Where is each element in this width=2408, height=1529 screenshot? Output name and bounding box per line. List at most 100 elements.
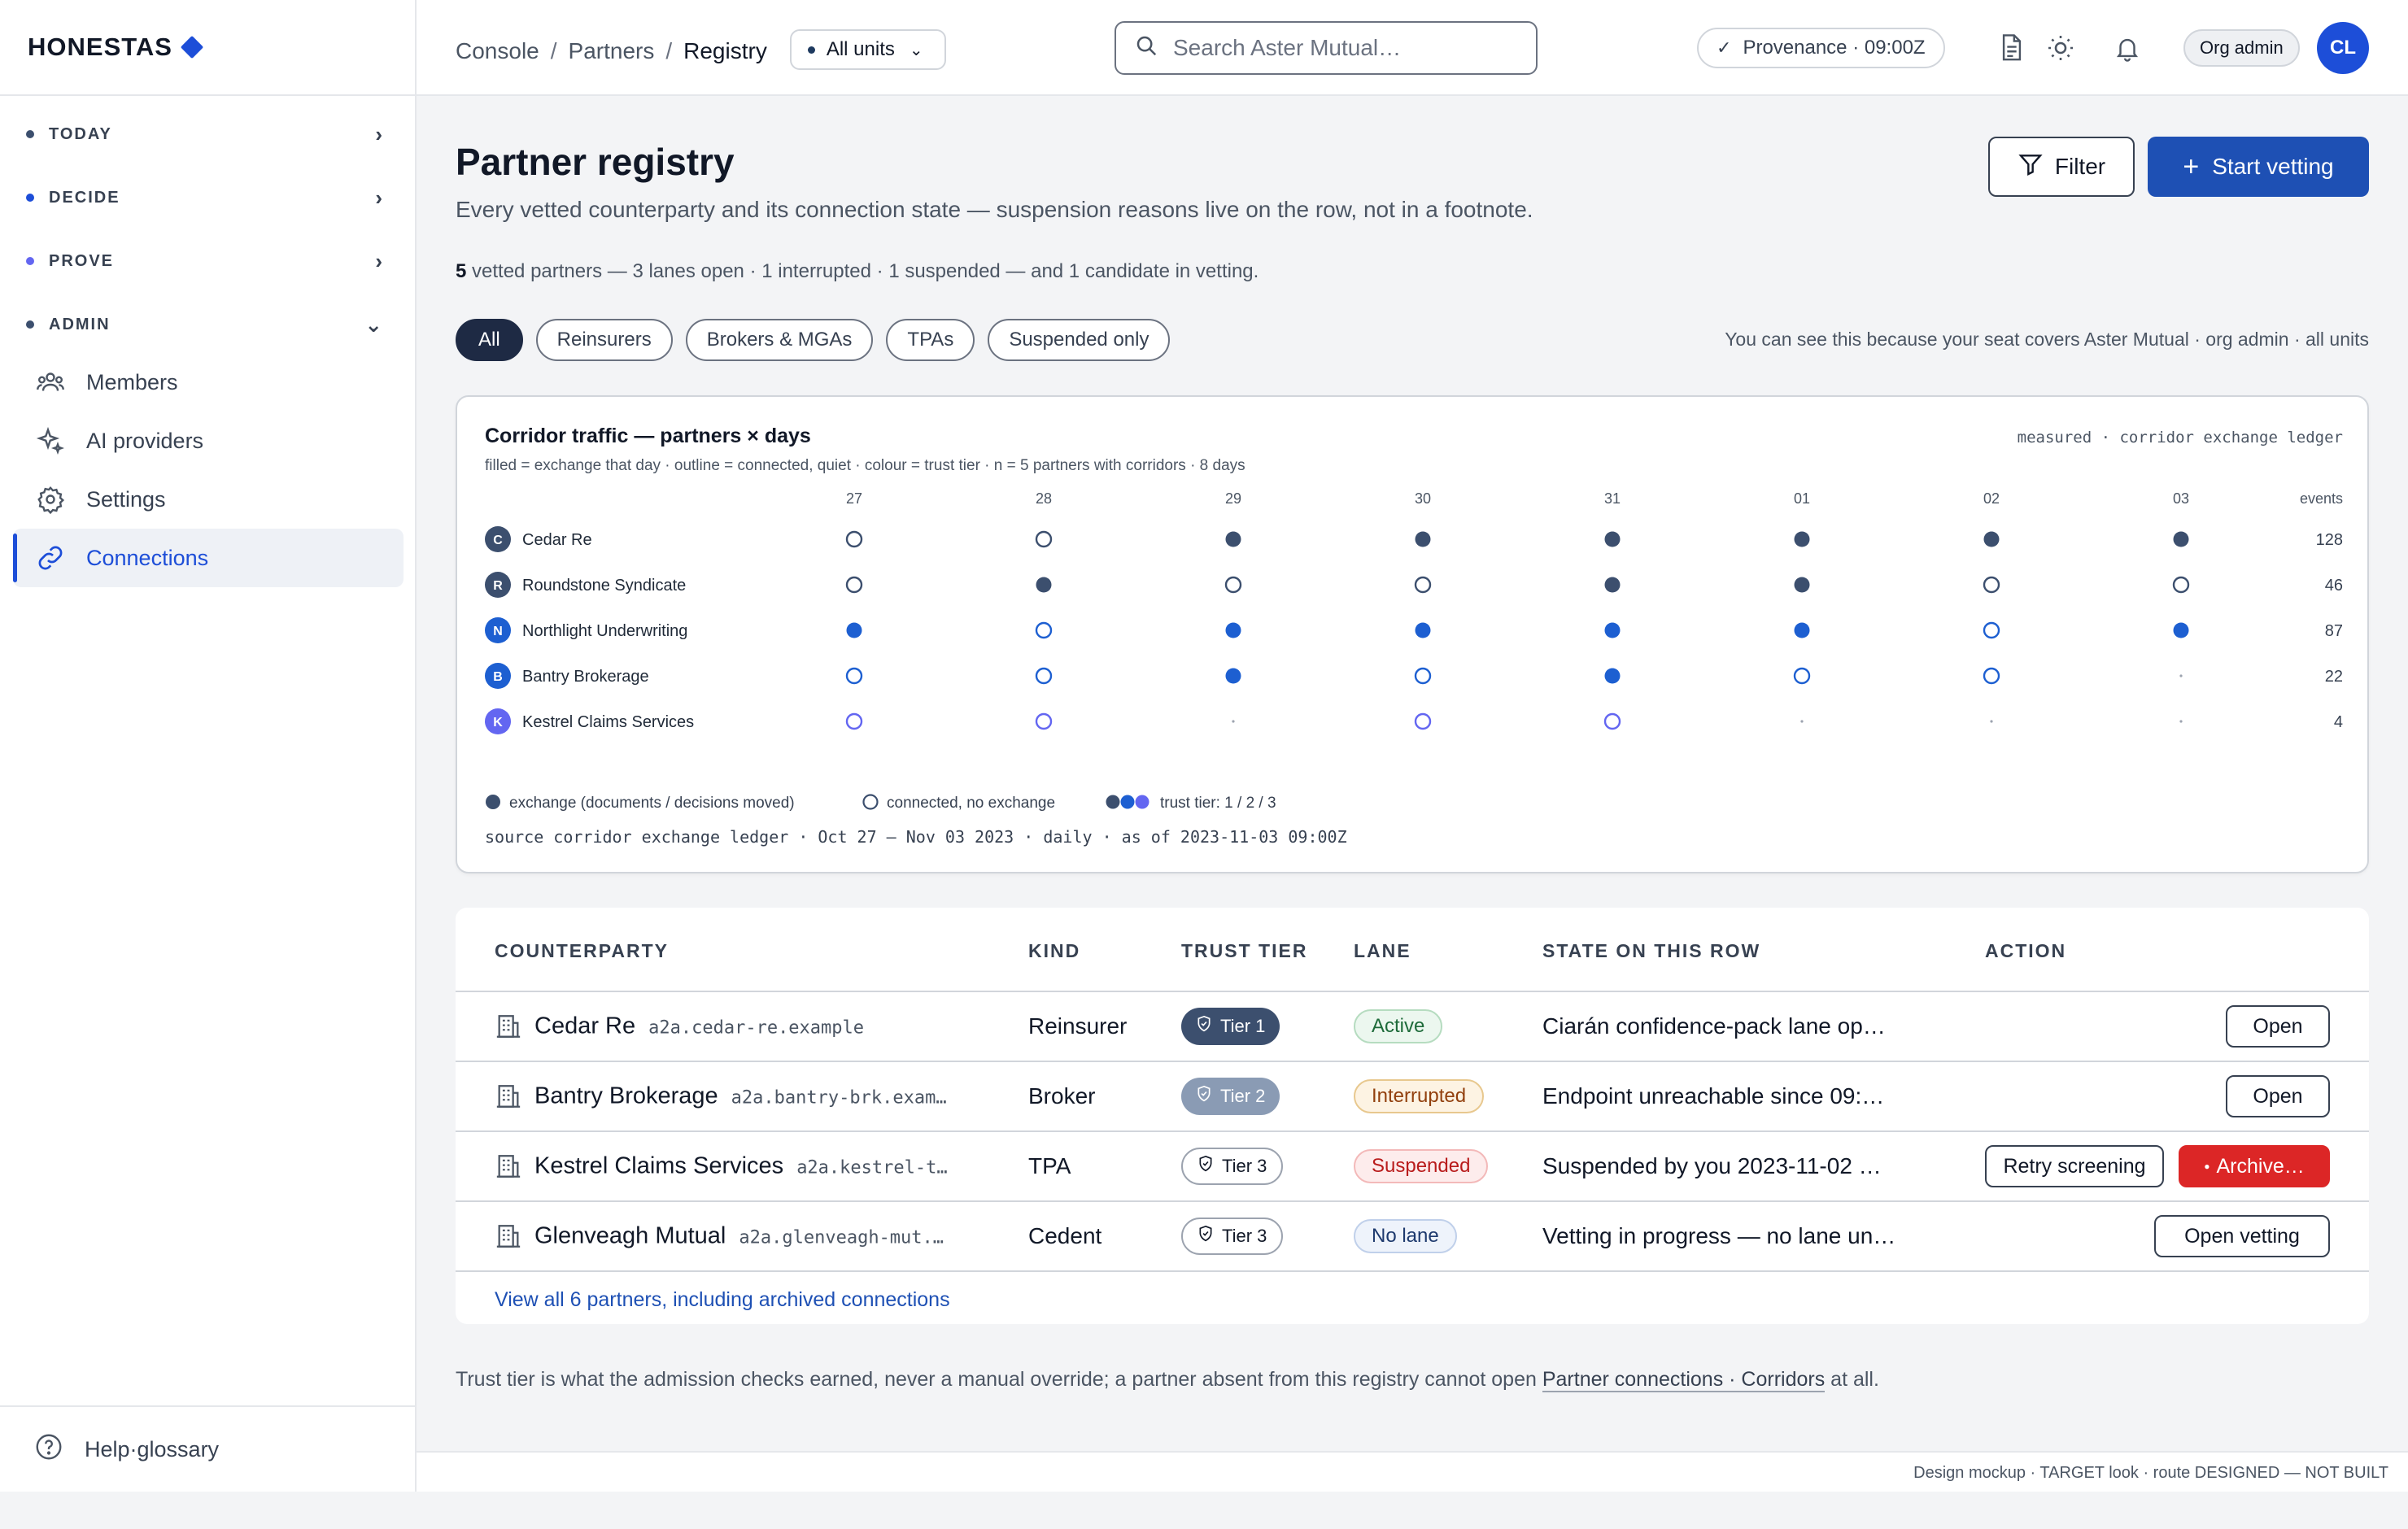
breadcrumb-console[interactable]: Console <box>456 38 539 64</box>
row-state: Endpoint unreachable since 09:… <box>1542 1083 1885 1109</box>
partner-domain: a2a.bantry-brk.exam… <box>731 1087 947 1109</box>
table-row[interactable]: Glenveagh Mutual a2a.glenveagh-mut.… Cede… <box>456 1202 2369 1272</box>
exchange-dot <box>1604 577 1621 593</box>
legend-tier3-dot <box>1135 795 1149 809</box>
partner-name: Cedar Re a2a.cedar-re.example <box>534 1013 864 1040</box>
col-trust-tier[interactable]: TRUST TIER <box>1181 940 1307 962</box>
archive-button[interactable]: ● Archive… <box>2179 1145 2330 1187</box>
summary-count: 5 <box>456 260 467 282</box>
exchange-dot <box>1794 531 1810 547</box>
filter-button[interactable]: Filter <box>1988 137 2135 197</box>
exchange-dot <box>1794 577 1810 593</box>
col-lane[interactable]: LANE <box>1354 940 1411 962</box>
summary-line: 5 vetted partners — 3 lanes open · 1 int… <box>456 260 1259 283</box>
chip-all[interactable]: All <box>456 319 523 361</box>
open-vetting-button[interactable]: Open vetting <box>2154 1215 2330 1257</box>
nav-section-prove[interactable]: PROVE › <box>0 229 415 293</box>
units-dot-icon <box>807 46 815 54</box>
partner-row-label: Bantry Brokerage <box>522 668 649 686</box>
units-selector[interactable]: All units ⌄ <box>789 29 946 70</box>
table-header: COUNTERPARTY KIND TRUST TIER LANE STATE … <box>456 908 2369 992</box>
col-kind[interactable]: KIND <box>1028 940 1080 962</box>
connected-dot <box>1035 621 1053 639</box>
document-icon[interactable] <box>1995 31 2029 65</box>
chip-reinsurers[interactable]: Reinsurers <box>535 319 673 361</box>
events-count: 46 <box>2325 577 2343 595</box>
role-badge[interactable]: Org admin <box>2183 29 2300 67</box>
day-tick-label: 01 <box>1794 490 1810 507</box>
exchange-dot <box>1604 622 1621 638</box>
nav-section-admin[interactable]: ADMIN ⌄ <box>0 293 415 356</box>
chart-subtitle: filled = exchange that day · outline = c… <box>485 457 1245 474</box>
open-button[interactable]: Open <box>2226 1075 2330 1117</box>
partner-row-label: Northlight Underwriting <box>522 622 687 640</box>
mockup-note: Design mockup · TARGET look · route DESI… <box>1913 1464 2388 1482</box>
legend-filled-label: exchange (documents / decisions moved) <box>509 795 795 812</box>
nav-section-today[interactable]: TODAY › <box>0 102 415 166</box>
footnote-text-end: at all. <box>1825 1368 1879 1391</box>
sidebar-item-members[interactable]: Members <box>13 353 404 412</box>
no-connection-dot <box>2179 720 2183 723</box>
col-state[interactable]: STATE ON THIS ROW <box>1542 940 1760 962</box>
sidebar-item-ai-providers[interactable]: AI providers <box>13 412 404 470</box>
nav-section-decide[interactable]: DECIDE › <box>0 166 415 229</box>
col-counterparty[interactable]: COUNTERPARTY <box>495 940 669 962</box>
events-column-label: events <box>2300 490 2343 507</box>
view-all-partners-link[interactable]: View all 6 partners, including archived … <box>495 1288 950 1312</box>
theme-sun-icon[interactable] <box>2044 31 2078 65</box>
connected-dot <box>845 530 863 548</box>
table-row[interactable]: Bantry Brokerage a2a.bantry-brk.exam… Bro… <box>456 1062 2369 1132</box>
trust-tier-badge: Tier 1 <box>1181 1008 1280 1045</box>
partner-name-text: Cedar Re <box>534 1013 636 1039</box>
breadcrumb-separator: / <box>550 38 557 63</box>
connected-dot <box>2172 576 2190 594</box>
col-action[interactable]: ACTION <box>1985 940 2066 962</box>
archive-label: Archive… <box>2216 1154 2305 1178</box>
table-row[interactable]: Kestrel Claims Services a2a.kestrel-t… TP… <box>456 1132 2369 1202</box>
nav-section-label: ADMIN <box>49 315 111 333</box>
search-input[interactable]: Search Aster Mutual… <box>1115 21 1538 75</box>
provenance-label: Provenance · 09:00Z <box>1743 37 1926 59</box>
chip-suspended-only[interactable]: Suspended only <box>988 319 1171 361</box>
open-button[interactable]: Open <box>2226 1005 2330 1048</box>
nav-section-label: DECIDE <box>49 188 120 207</box>
trust-tier-badge: Tier 2 <box>1181 1078 1280 1115</box>
avatar[interactable]: CL <box>2317 22 2369 74</box>
partner-domain: a2a.cedar-re.example <box>648 1017 865 1039</box>
sidebar-item-settings[interactable]: Settings <box>13 470 404 529</box>
retry-screening-button[interactable]: Retry screening <box>1985 1145 2164 1187</box>
building-icon <box>495 1082 522 1110</box>
connected-dot <box>845 576 863 594</box>
check-icon: ✓ <box>1717 37 1732 58</box>
corridors-link[interactable]: Partner connections · Corridors <box>1542 1368 1826 1392</box>
breadcrumb-partners[interactable]: Partners <box>569 38 655 64</box>
exchange-dot <box>1225 531 1241 547</box>
sidebar-item-label: Members <box>86 369 178 394</box>
table-row[interactable]: Cedar Re a2a.cedar-re.example Reinsurer T… <box>456 992 2369 1062</box>
users-icon <box>34 366 67 399</box>
lane-status-badge: Active <box>1354 1009 1443 1043</box>
sidebar-item-connections[interactable]: Connections <box>13 529 404 587</box>
section-dot-icon <box>26 257 34 265</box>
bell-icon[interactable] <box>2110 31 2144 65</box>
brand-logo[interactable]: HONESTAS <box>0 0 415 96</box>
legend-tier-label: trust tier: 1 / 2 / 3 <box>1160 795 1276 812</box>
partner-row-label: Roundstone Syndicate <box>522 577 686 595</box>
exchange-dot <box>846 622 862 638</box>
connected-dot <box>1983 576 2000 594</box>
start-vetting-button[interactable]: + Start vetting <box>2148 137 2369 197</box>
filter-icon <box>2018 151 2044 183</box>
chip-tpas[interactable]: TPAs <box>886 319 975 361</box>
help-glossary-link[interactable]: Help·glossary <box>0 1405 417 1492</box>
day-tick-label: 30 <box>1415 490 1431 507</box>
chip-brokers-mgas[interactable]: Brokers & MGAs <box>685 319 874 361</box>
legend-outline-label: connected, no exchange <box>887 795 1055 812</box>
section-dot-icon <box>26 194 34 202</box>
gear-icon <box>34 483 67 516</box>
partner-name: Kestrel Claims Services a2a.kestrel-t… <box>534 1153 948 1180</box>
corridor-traffic-chart: Corridor traffic — partners × days filled… <box>456 395 2369 873</box>
provenance-badge[interactable]: ✓ Provenance · 09:00Z <box>1697 28 1945 68</box>
connected-dot <box>1983 667 2000 685</box>
chevron-right-icon: › <box>375 121 384 146</box>
legend-tier2-dot <box>1120 795 1135 809</box>
